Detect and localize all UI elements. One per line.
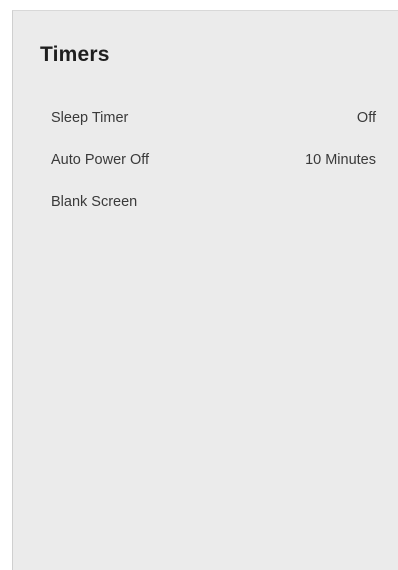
menu-item-value: Off xyxy=(356,110,376,126)
menu-item-blank-screen[interactable]: Blank Screen xyxy=(40,181,376,223)
menu-item-value: 10 Minutes xyxy=(305,152,376,168)
menu-item-label: Blank Screen xyxy=(51,194,138,210)
menu-item-auto-power-off[interactable]: Auto Power Off 10 Minutes xyxy=(40,139,376,181)
menu-item-label: Auto Power Off xyxy=(51,152,150,168)
menu-item-sleep-timer[interactable]: Sleep Timer Off xyxy=(40,97,376,139)
menu-title: Timers xyxy=(40,43,110,66)
timers-menu-list: Sleep Timer Off Auto Power Off 10 Minute… xyxy=(40,97,376,223)
timers-menu-panel: Timers Sleep Timer Off Auto Power Off 10… xyxy=(12,10,398,570)
menu-item-label: Sleep Timer xyxy=(51,110,129,126)
